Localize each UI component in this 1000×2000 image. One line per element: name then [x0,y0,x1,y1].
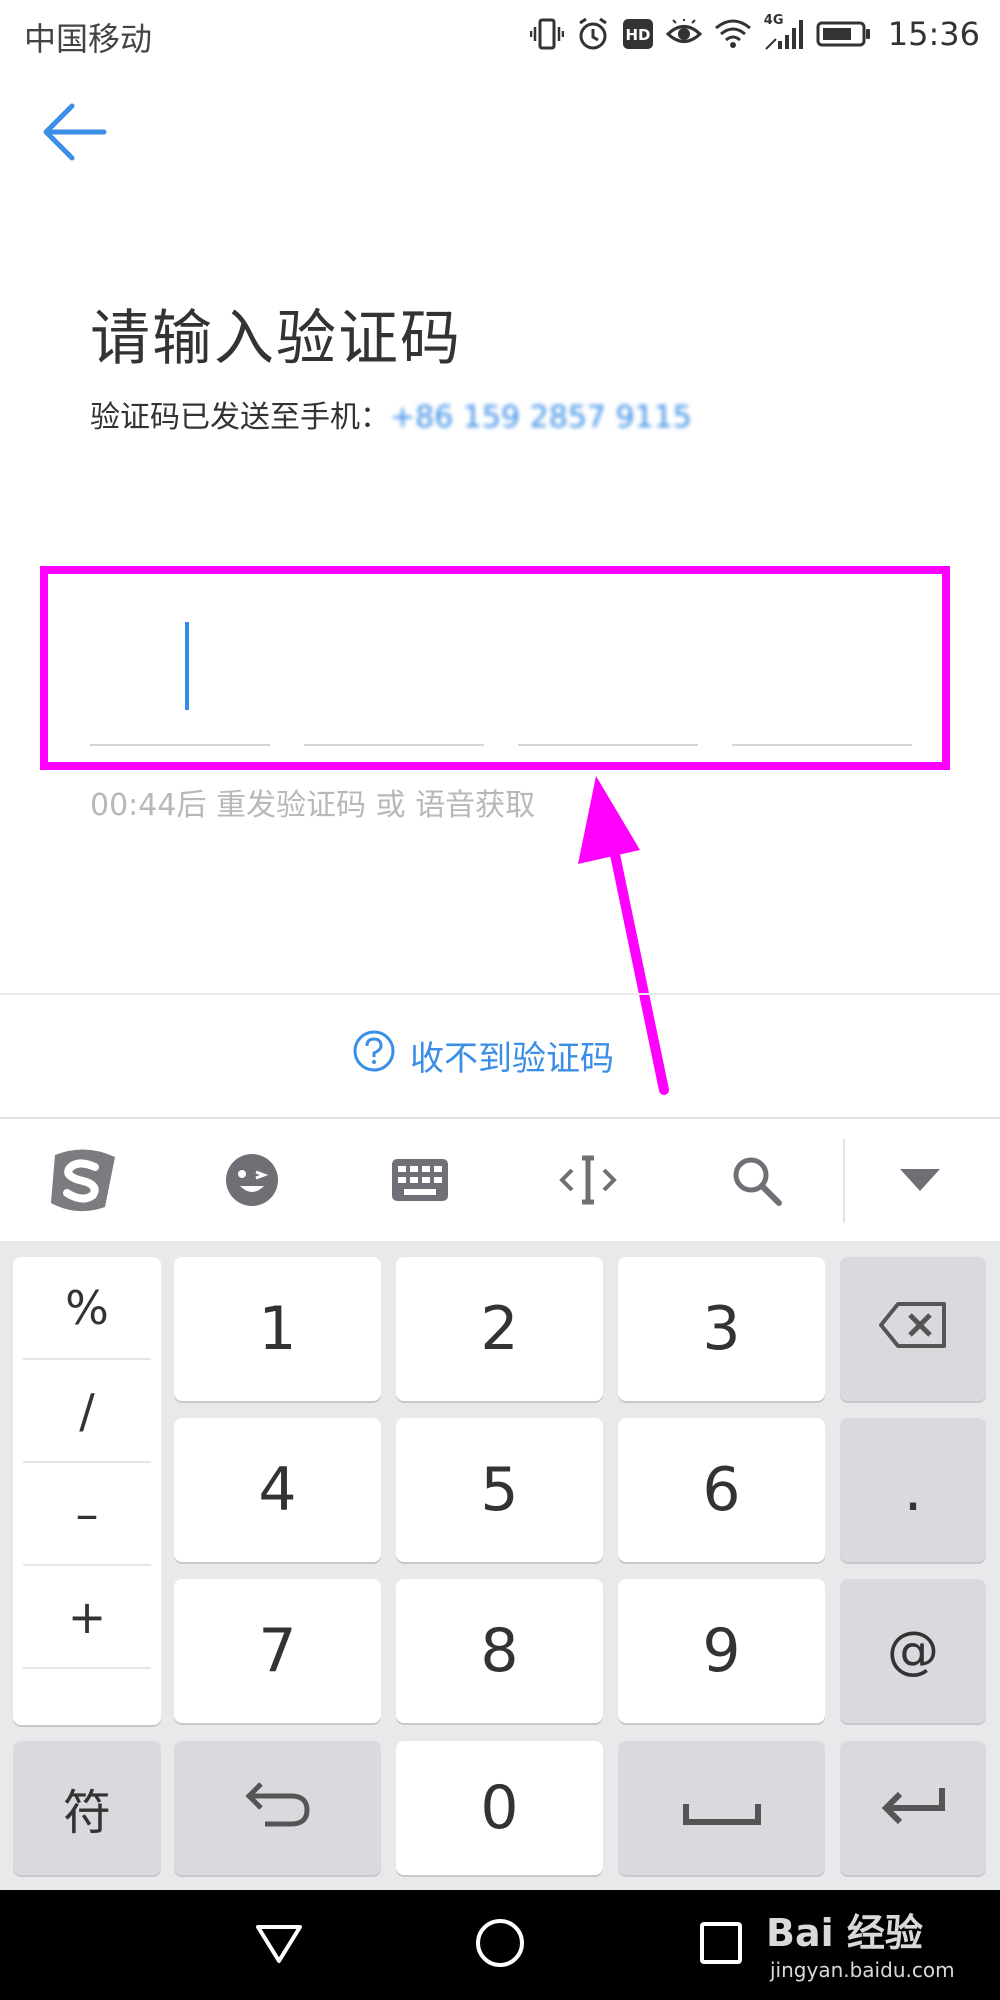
baidu-jingyan-watermark: Bai 经验 jingyan.baidu.com [766,1902,996,1992]
eye-icon [665,19,702,49]
key-plus[interactable]: + [23,1566,151,1669]
back-button[interactable] [40,100,120,170]
emoji-button[interactable] [212,1145,292,1219]
nav-home-button[interactable] [465,1912,535,1978]
key-slash[interactable]: / [23,1360,151,1463]
recents-nav-icon [698,1920,744,1970]
keyboard-toolbar [0,1121,1000,1241]
search-button[interactable] [716,1145,796,1219]
cannot-receive-code-link[interactable]: 收不到验证码 [352,1029,614,1082]
back-nav-icon [254,1921,304,1969]
key-4[interactable]: 4 [174,1418,381,1562]
status-bar: 中国移动 HD 4G 15:36 [0,0,1000,70]
otp-digit-1[interactable] [90,744,270,746]
cursor-move-button[interactable] [548,1145,628,1219]
keyboard-switch-button[interactable] [380,1145,460,1219]
key-6[interactable]: 6 [618,1418,825,1562]
key-1[interactable]: 1 [174,1257,381,1401]
symbols-key[interactable]: 符 [13,1741,161,1875]
wifi-icon [714,18,752,50]
svg-text:HD: HD [625,26,650,44]
alarm-icon [576,17,610,51]
enter-key[interactable] [840,1741,986,1875]
status-icons: HD 4G 15:36 [529,12,980,56]
watermark-brand: Bai 经验 [766,1911,923,1955]
key-8[interactable]: 8 [396,1579,603,1723]
subtitle-prefix: 验证码已发送至手机： [90,400,390,435]
network-type-label: 4G [763,13,784,28]
key-3[interactable]: 3 [618,1257,825,1401]
backspace-key[interactable] [840,1257,986,1401]
otp-input-highlight[interactable] [40,566,950,770]
key-dot[interactable]: . [840,1418,986,1562]
key-0[interactable]: 0 [396,1741,603,1875]
phone-number: +86 159 2857 9115 [390,400,692,435]
space-icon [682,1773,762,1843]
sent-to-phone-text: 验证码已发送至手机：+86 159 2857 9115 [90,392,692,436]
page-title: 请输入验证码 [90,304,462,374]
sogou-logo-icon [47,1145,121,1219]
key-9[interactable]: 9 [618,1579,825,1723]
carrier-label: 中国移动 [24,20,153,58]
sogou-logo-button[interactable] [44,1145,124,1219]
otp-digit-4[interactable] [732,744,912,746]
numeric-keyboard: % / – + 1 2 3 4 5 6 . 7 8 9 @ 符 0 [0,1241,1000,1890]
key-at[interactable]: @ [840,1579,986,1723]
toolbar-divider [843,1139,845,1223]
help-bar: 收不到验证码 [0,993,1000,1119]
signal-icon: 4G [764,13,804,51]
vibrate-icon [529,17,564,51]
hd-icon: HD [622,18,654,50]
help-link-label: 收不到验证码 [410,1039,614,1079]
space-key[interactable] [618,1741,825,1875]
nav-recents-button[interactable] [686,1912,756,1978]
back-arrow-icon [40,103,110,168]
key-2[interactable]: 2 [396,1257,603,1401]
keyboard-icon [391,1158,449,1206]
search-icon [729,1153,783,1211]
key-minus[interactable]: – [23,1463,151,1566]
system-navigation-bar: Bai 经验 jingyan.baidu.com [0,1890,1000,2000]
watermark-url: jingyan.baidu.com [770,1958,955,1982]
key-percent[interactable]: % [23,1257,151,1360]
backspace-icon [878,1294,948,1364]
key-5[interactable]: 5 [396,1418,603,1562]
emoji-icon [224,1152,280,1212]
home-nav-icon [474,1917,526,1973]
undo-key[interactable] [174,1741,381,1875]
symbol-column: % / – + [13,1257,161,1725]
collapse-keyboard-button[interactable] [880,1145,960,1219]
key-7[interactable]: 7 [174,1579,381,1723]
otp-digit-3[interactable] [518,744,698,746]
text-cursor [185,622,189,710]
collapse-icon [898,1167,942,1197]
undo-icon [243,1773,313,1843]
clock: 15:36 [887,15,980,53]
resend-countdown: 00:44后 重发验证码 或 语音获取 [90,788,536,823]
otp-digit-2[interactable] [304,744,484,746]
help-icon [352,1029,396,1082]
enter-icon [878,1773,948,1843]
battery-icon [816,20,872,48]
nav-back-button[interactable] [244,1912,314,1978]
text-cursor-icon [558,1154,618,1210]
